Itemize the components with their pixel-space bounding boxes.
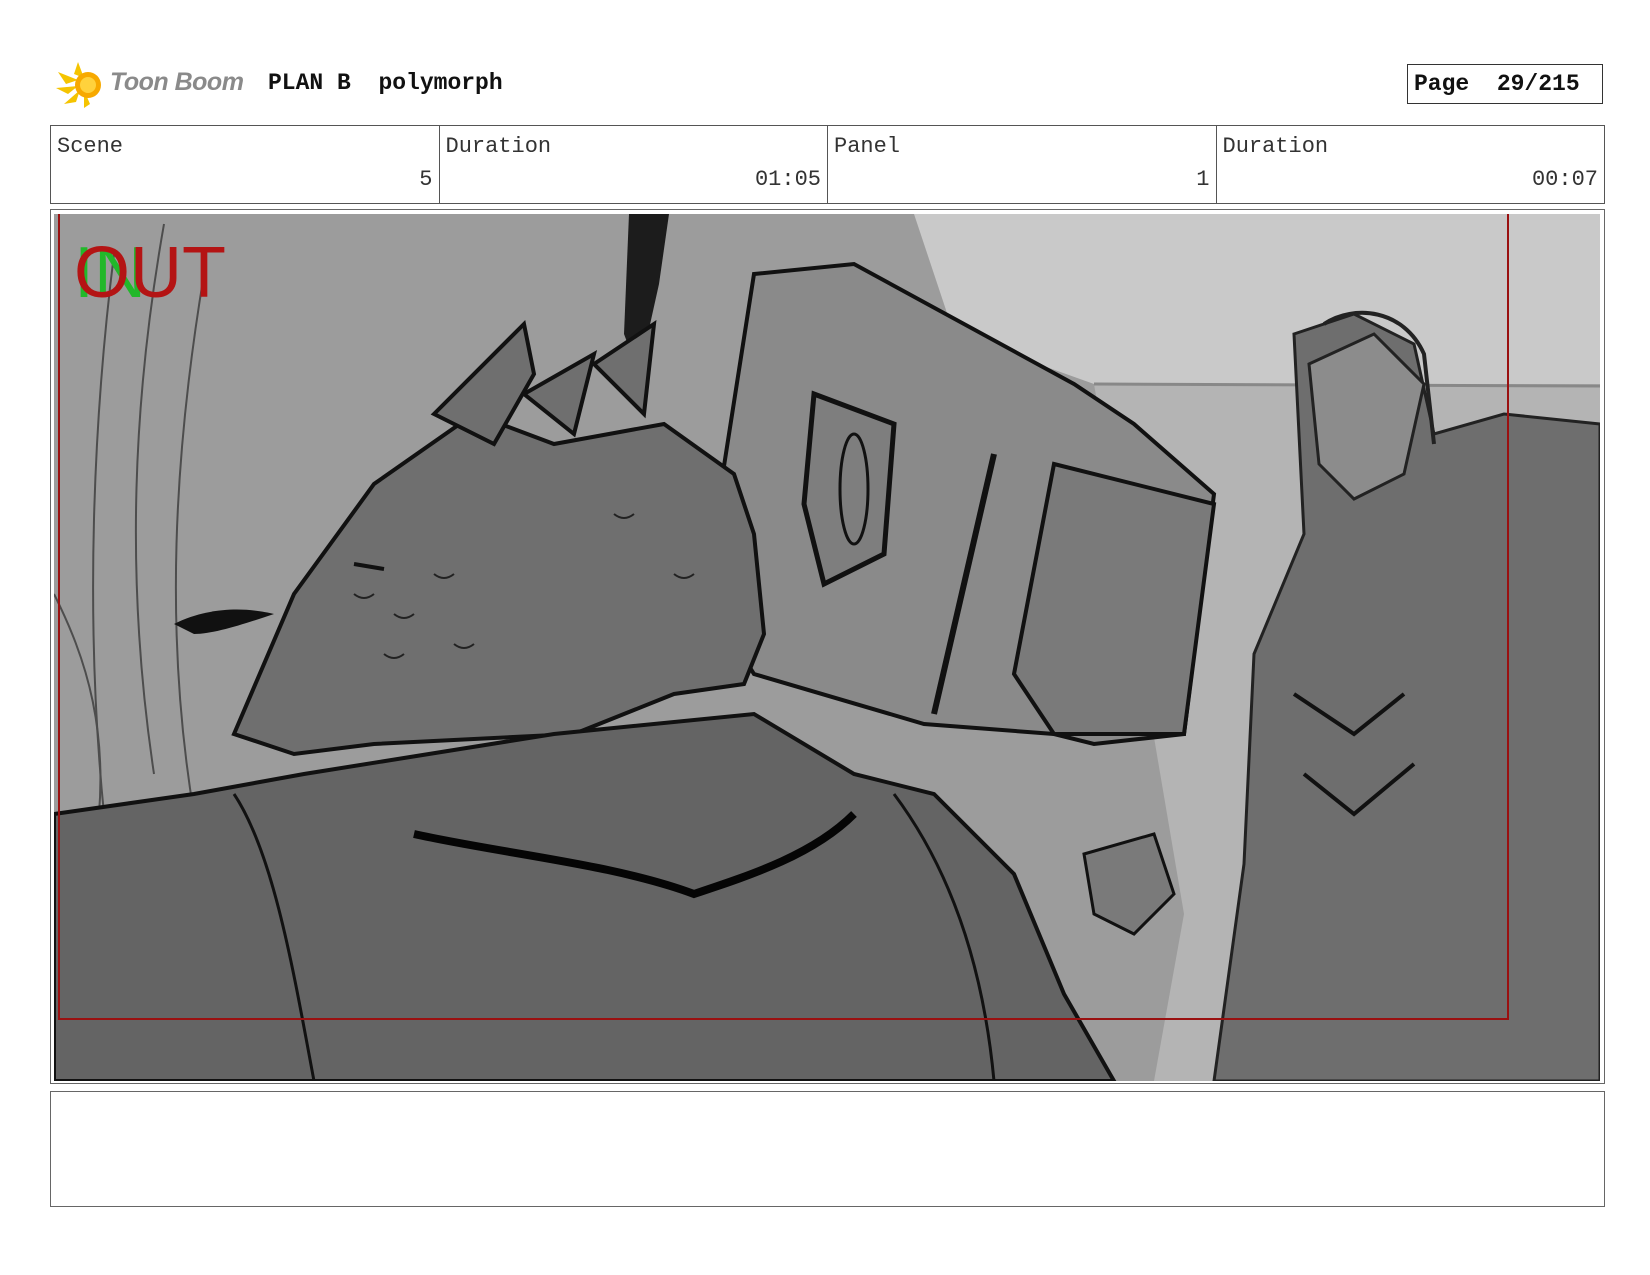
starburst-icon xyxy=(56,62,101,108)
scene-value: 5 xyxy=(419,167,433,192)
storyboard-panel-image: IN OUT xyxy=(54,214,1600,1081)
panel-duration-label: Duration xyxy=(1222,134,1329,159)
panel-value: 1 xyxy=(1196,167,1210,192)
panel-info-row: Scene 5 Duration 01:05 Panel 1 Duration … xyxy=(50,125,1605,204)
page-label: Page xyxy=(1414,71,1470,97)
project-name: PLAN B xyxy=(268,70,351,96)
project-title: PLAN B polymorph xyxy=(268,70,503,96)
panel-notes-box[interactable] xyxy=(50,1091,1605,1207)
project-subtitle: polymorph xyxy=(378,70,503,96)
panel-duration-cell: Duration 00:07 xyxy=(1217,126,1605,203)
logo-text: Toon Boom xyxy=(110,68,244,96)
sketch-drawing: IN OUT xyxy=(54,214,1600,1081)
scene-duration-cell: Duration 01:05 xyxy=(440,126,828,203)
scene-label: Scene xyxy=(57,134,124,159)
panel-cell: Panel 1 xyxy=(828,126,1217,203)
scene-cell: Scene 5 xyxy=(51,126,440,203)
panel-duration-value: 00:07 xyxy=(1531,167,1598,192)
scene-duration-label: Duration xyxy=(445,134,552,159)
panel-label: Panel xyxy=(834,134,901,159)
page-indicator: Page 29/215 xyxy=(1407,64,1603,104)
toon-boom-logo: Toon Boom xyxy=(54,58,254,112)
out-marker: OUT xyxy=(74,233,226,313)
page-number: 29/215 xyxy=(1496,71,1580,97)
scene-duration-value: 01:05 xyxy=(754,167,821,192)
